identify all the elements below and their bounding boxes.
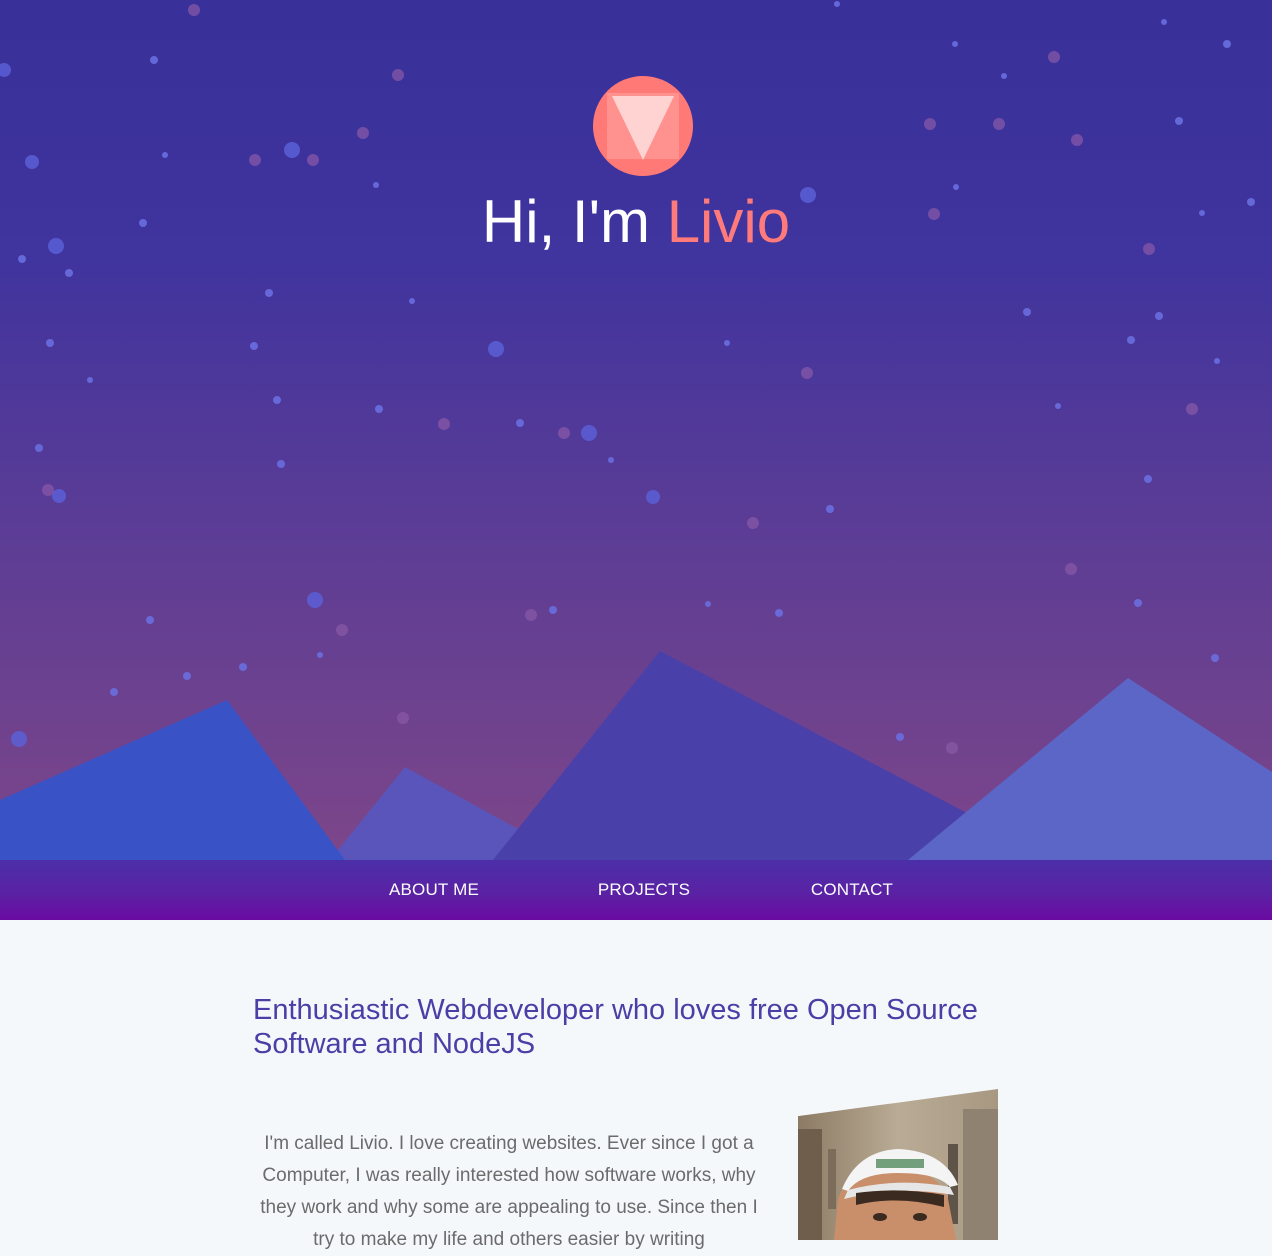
hero-section: Hi, I'm Livio <box>0 0 1272 860</box>
profile-photo <box>798 1089 998 1240</box>
hero-greeting: Hi, I'm Livio <box>0 186 1272 258</box>
nav-about-me[interactable]: ABOUT ME <box>374 860 494 920</box>
profile-photo-illustration <box>798 1089 998 1240</box>
v-triangle-logo-icon <box>593 76 693 176</box>
nav-contact[interactable]: CONTACT <box>792 860 912 920</box>
about-tagline: Enthusiastic Webdeveloper who loves free… <box>253 994 978 1060</box>
about-description: I'm called Livio. I love creating websit… <box>260 1133 758 1250</box>
about-section: Enthusiastic Webdeveloper who loves free… <box>0 920 1272 1250</box>
hero-name: Livio <box>666 188 791 255</box>
nav-projects[interactable]: PROJECTS <box>584 860 704 920</box>
main-navigation: ABOUT ME PROJECTS CONTACT <box>0 860 1272 920</box>
greeting-text: Hi, I'm <box>481 188 667 255</box>
